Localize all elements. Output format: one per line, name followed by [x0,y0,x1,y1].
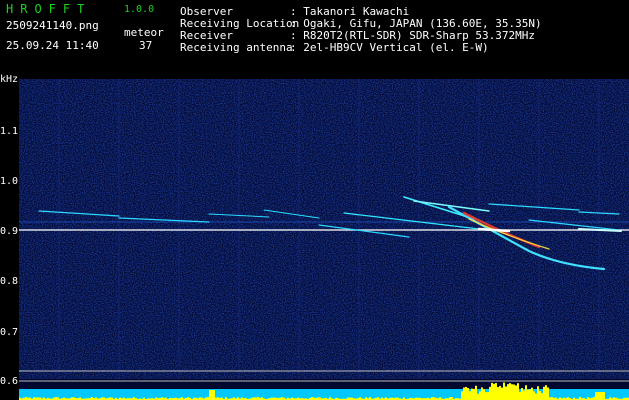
y-axis-unit: kHz [0,74,19,85]
level-bar [461,391,463,400]
level-bar [603,392,605,400]
level-bar [211,390,213,400]
antenna-label: Receiving antenna [180,41,293,54]
level-bar [501,387,503,400]
level-bar [599,392,601,400]
level-bar [515,385,517,400]
y-tick-label: 0.9 [0,226,19,237]
antenna-value: : 2el-HB9CV Vertical (el. E-W) [290,41,489,54]
level-bar [503,382,505,400]
level-bar [517,383,519,400]
level-bar [539,391,541,400]
app-version: 1.0.0 [124,4,155,15]
y-tick-label: 1.0 [0,176,19,187]
level-bar [513,384,515,400]
level-bar [481,387,483,400]
level-bar [529,389,531,400]
noise-field [19,79,629,379]
level-bar [209,390,211,400]
level-bar [509,383,511,400]
level-bar [597,392,599,400]
level-bar [483,389,485,400]
level-bar [505,386,507,400]
level-bar [499,385,501,400]
level-bar [519,391,521,400]
level-bar [541,393,543,400]
level-bar [601,392,603,400]
level-bar [487,391,489,400]
level-bar [471,388,473,400]
level-bar [507,384,509,400]
level-bar [525,385,527,400]
level-bar [473,388,475,400]
level-bar [213,390,215,400]
level-bar [527,389,529,400]
level-bar [465,386,467,400]
level-bar [497,387,499,400]
level-bar [595,392,597,400]
level-bar [479,391,481,400]
app-logo: HROFFT [6,2,92,16]
y-tick-label: 0.7 [0,327,19,338]
y-tick-label: 0.8 [0,276,19,287]
level-bar [523,390,525,400]
level-bar [463,387,465,400]
timestamp: 25.09.24 11:40 [6,39,99,52]
level-bar [533,391,535,400]
y-tick-label: 1.1 [0,126,19,137]
spectrogram [19,79,629,400]
level-bar [477,393,479,400]
type-label: meteor [124,26,164,39]
level-bar [543,386,545,400]
level-bar [489,386,491,400]
level-bar [493,383,495,400]
level-bar [547,387,549,400]
level-bar [485,392,487,400]
level-bar [467,387,469,400]
level-bar [491,382,493,400]
level-bar [511,384,513,400]
meteor-count: 37 [139,39,153,52]
file-name: 2509241140.png [6,19,99,32]
y-tick-label: 0.6 [0,376,19,387]
level-bar [521,387,523,400]
header-panel: HROFFT 1.0.0 2509241140.png 25.09.24 11:… [0,0,629,78]
level-bar [531,387,533,400]
level-bar [469,391,471,400]
level-bar [535,393,537,400]
level-bar [537,386,539,400]
level-bar [475,385,477,400]
level-bar [545,385,547,400]
level-bar [495,383,497,400]
